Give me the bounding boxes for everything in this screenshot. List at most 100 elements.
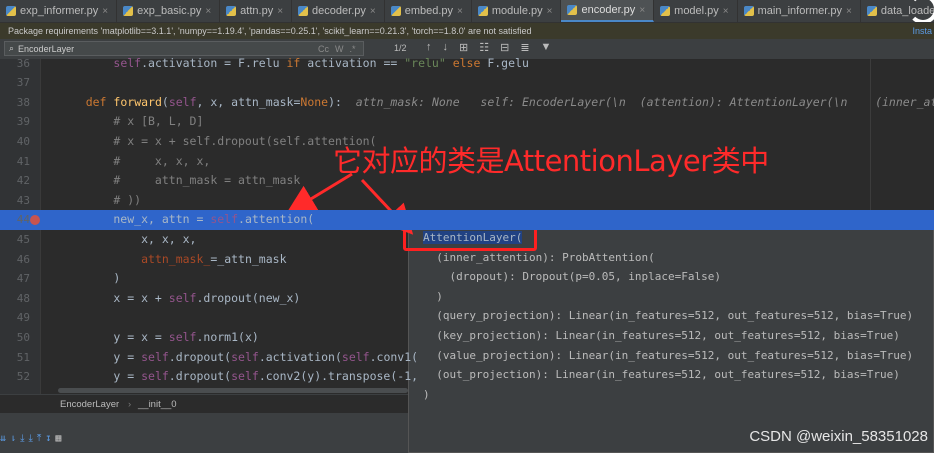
debug-toolbar: ⇊ ⇂ ⤓ ⤓ ⤒ ↧ ▦ bbox=[0, 433, 61, 444]
tab-exp-basic[interactable]: exp_basic.py × bbox=[117, 0, 221, 22]
whole-word-toggle[interactable]: W bbox=[335, 44, 344, 54]
code-text: # x [B, L, D] bbox=[58, 114, 204, 129]
close-icon[interactable]: × bbox=[723, 6, 729, 17]
close-icon[interactable]: × bbox=[102, 6, 108, 17]
code-line[interactable]: 39 # x [B, L, D] bbox=[0, 112, 934, 132]
line-number: 48 bbox=[16, 291, 30, 305]
code-line[interactable]: 41 # x, x, x, bbox=[0, 152, 934, 172]
python-file-icon bbox=[866, 6, 877, 16]
breadcrumb-class[interactable]: EncoderLayer bbox=[60, 399, 119, 410]
code-text: attn_mask_=_attn_mask bbox=[141, 251, 287, 266]
filter-icon[interactable]: ▼ bbox=[541, 41, 552, 54]
code-line[interactable]: 48 x = x + self.dropout(new_x) bbox=[0, 289, 934, 309]
add-occurrence-icon[interactable]: ⊞ bbox=[459, 41, 468, 54]
tab-decoder[interactable]: decoder.py × bbox=[292, 0, 385, 22]
select-all-icon[interactable]: ≣ bbox=[520, 41, 529, 54]
evaluate-icon[interactable]: ▦ bbox=[55, 433, 61, 444]
horizontal-scrollbar[interactable] bbox=[58, 388, 408, 393]
step-over-icon[interactable]: ⇂ bbox=[10, 433, 16, 444]
step-into-my-code-icon[interactable]: ⤓ bbox=[28, 433, 32, 444]
tab-main-informer[interactable]: main_informer.py × bbox=[738, 0, 861, 22]
tab-exp-informer[interactable]: exp_informer.py × bbox=[0, 0, 118, 22]
code-line[interactable]: 38 def forward(self, x, attn_mask=None):… bbox=[0, 93, 934, 113]
code-text: y = x = self.norm1(x) bbox=[58, 329, 259, 344]
close-icon[interactable]: × bbox=[457, 6, 463, 17]
tab-label: encoder.py bbox=[581, 4, 636, 16]
code-line[interactable]: 43 # )) bbox=[0, 191, 934, 211]
line-number: 39 bbox=[16, 115, 30, 129]
install-link[interactable]: Insta bbox=[912, 23, 932, 39]
line-number: 42 bbox=[16, 174, 30, 188]
line-number: 52 bbox=[16, 370, 30, 384]
code-line[interactable]: 40 # x = x + self.dropout(self.attention… bbox=[0, 132, 934, 152]
code-line[interactable]: 49 bbox=[0, 308, 934, 328]
code-line[interactable]: 36 self.activation = F.relu if activatio… bbox=[0, 54, 934, 74]
find-query: EncoderLayer bbox=[18, 43, 75, 54]
line-number: 45 bbox=[16, 232, 30, 246]
tab-attn[interactable]: attn.py × bbox=[220, 0, 293, 22]
code-text: ) bbox=[58, 271, 121, 286]
code-line[interactable]: 51 y = self.dropout(self.activation(self… bbox=[0, 348, 934, 368]
show-execution-point-icon[interactable]: ⇊ bbox=[0, 433, 6, 444]
code-text: # x, x, x, bbox=[58, 153, 211, 168]
code-line[interactable]: 37 bbox=[0, 73, 934, 93]
line-number: 38 bbox=[16, 95, 30, 109]
python-file-icon bbox=[226, 6, 237, 16]
line-number: 51 bbox=[16, 350, 30, 364]
popup-line: ) bbox=[423, 387, 430, 401]
python-file-icon bbox=[123, 6, 134, 16]
next-match-icon[interactable]: ↓ bbox=[443, 41, 449, 54]
tab-module[interactable]: module.py × bbox=[472, 0, 562, 22]
previous-match-icon[interactable]: ↑ bbox=[426, 41, 432, 54]
run-to-cursor-icon[interactable]: ↧ bbox=[45, 433, 51, 444]
find-toolbar: ↑ ↓ ⊞ ☷ ⊟ ≣ ▼ bbox=[426, 41, 551, 54]
code-line[interactable]: 47 ) bbox=[0, 269, 934, 289]
tab-label: model.py bbox=[674, 5, 719, 17]
breadcrumb-method[interactable]: __init__0 bbox=[138, 399, 177, 410]
python-file-icon bbox=[298, 6, 309, 16]
tab-embed[interactable]: embed.py × bbox=[385, 0, 472, 22]
tab-model[interactable]: model.py × bbox=[654, 0, 738, 22]
editor-tab-bar: exp_informer.py × exp_basic.py × attn.py × dec… bbox=[0, 0, 934, 23]
close-icon[interactable]: × bbox=[846, 6, 852, 17]
line-number: 40 bbox=[16, 134, 30, 148]
code-text: x = x + self.dropout(new_x) bbox=[58, 290, 301, 305]
python-file-icon bbox=[477, 6, 488, 16]
filter-search-icon[interactable]: ⊟ bbox=[500, 41, 509, 54]
code-line[interactable]: 44 new_x, attn = self.attention( bbox=[0, 210, 934, 230]
watermark: CSDN @weixin_58351028 bbox=[749, 428, 928, 445]
close-icon[interactable]: × bbox=[547, 6, 553, 17]
tab-label: attn.py bbox=[240, 5, 274, 17]
code-line[interactable]: 45 x, x, x, bbox=[0, 230, 934, 250]
close-icon[interactable]: × bbox=[639, 5, 645, 16]
code-text: # x = x + self.dropout(self.attention( bbox=[58, 133, 377, 148]
tab-label: decoder.py bbox=[312, 5, 366, 17]
match-count: 1/2 bbox=[394, 43, 407, 53]
code-line[interactable]: 46 attn_mask_=_attn_mask bbox=[0, 250, 934, 270]
regex-toggle[interactable]: .* bbox=[350, 44, 356, 54]
select-all-occurrences-icon[interactable]: ☷ bbox=[479, 41, 489, 54]
code-text: new_x, attn = self.attention( bbox=[58, 212, 315, 227]
code-line[interactable]: 42 # attn_mask = attn_mask bbox=[0, 171, 934, 191]
code-line[interactable]: 50 y = x = self.norm1(x) bbox=[0, 328, 934, 348]
step-out-icon[interactable]: ⤒ bbox=[37, 433, 41, 444]
line-number: 50 bbox=[16, 330, 30, 344]
breadcrumb-separator: › bbox=[128, 399, 132, 410]
line-number: 41 bbox=[16, 154, 30, 168]
close-icon[interactable]: × bbox=[205, 6, 211, 17]
line-number: 44 bbox=[16, 213, 30, 227]
code-text: # )) bbox=[58, 192, 142, 207]
tab-encoder[interactable]: encoder.py × bbox=[561, 0, 655, 22]
close-icon[interactable]: × bbox=[370, 6, 376, 17]
line-number: 46 bbox=[16, 252, 30, 266]
python-file-icon bbox=[6, 6, 16, 16]
step-into-icon[interactable]: ⤓ bbox=[20, 433, 24, 444]
line-number: 43 bbox=[16, 193, 30, 207]
breakpoint-icon[interactable] bbox=[30, 215, 40, 226]
match-case-toggle[interactable]: Cc bbox=[318, 44, 329, 54]
code-line[interactable]: 52 y = self.dropout(self.conv2(y).transp… bbox=[0, 367, 934, 387]
python-file-icon bbox=[743, 6, 754, 16]
close-icon[interactable]: × bbox=[277, 6, 283, 17]
code-text: self.activation = F.relu if activation =… bbox=[113, 55, 529, 70]
search-icon: ⌕ bbox=[9, 43, 15, 53]
